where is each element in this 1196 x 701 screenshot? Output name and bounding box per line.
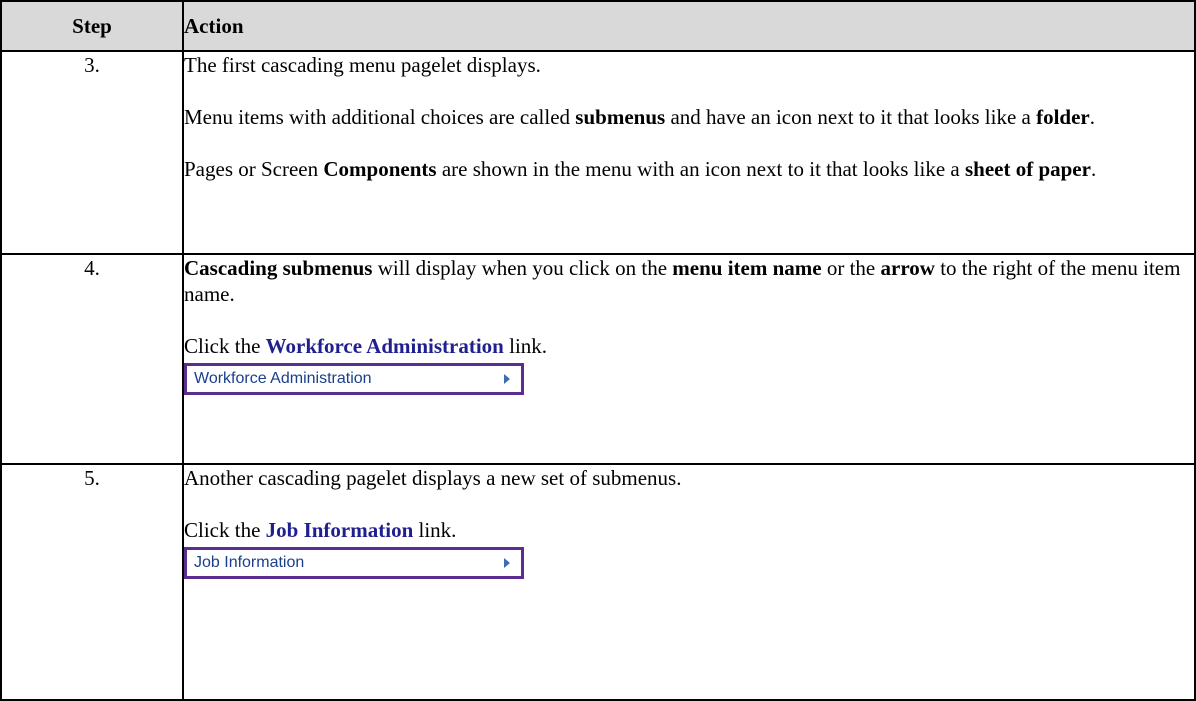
- menu-item-label: Workforce Administration: [194, 370, 372, 387]
- action-text: Menu items with additional choices are c…: [184, 105, 1095, 129]
- action-cell: The first cascading menu pagelet display…: [182, 50, 1196, 255]
- action-text: Another cascading pagelet displays a new…: [184, 466, 682, 490]
- table-header-row: Step Action: [0, 0, 1196, 52]
- action-cell: Another cascading pagelet displays a new…: [182, 463, 1196, 701]
- workforce-administration-button[interactable]: Workforce Administration: [184, 363, 524, 395]
- action-text: Pages or Screen Components are shown in …: [184, 157, 1097, 181]
- step-number: 3.: [0, 50, 184, 255]
- step-column-header: Step: [0, 0, 184, 52]
- job-information-button[interactable]: Job Information: [184, 547, 524, 579]
- right-arrow-icon: [504, 374, 510, 384]
- step-number: 4.: [0, 253, 184, 465]
- action-cell: Cascading submenus will display when you…: [182, 253, 1196, 465]
- action-text: Click the Job Information link.: [184, 518, 457, 542]
- menu-item-label: Job Information: [194, 554, 305, 571]
- action-column-header: Action: [182, 0, 1196, 52]
- action-text: The first cascading menu pagelet display…: [184, 53, 541, 77]
- step-number: 5.: [0, 463, 184, 701]
- steps-table: Step Action 3. The first cascading menu …: [0, 0, 1196, 701]
- table-row: 4. Cascading submenus will display when …: [0, 253, 1196, 465]
- table-row: 3. The first cascading menu pagelet disp…: [0, 50, 1196, 255]
- action-text: Cascading submenus will display when you…: [184, 256, 1181, 306]
- action-text: Click the Workforce Administration link.: [184, 334, 548, 358]
- table-row: 5. Another cascading pagelet displays a …: [0, 463, 1196, 701]
- right-arrow-icon: [504, 558, 510, 568]
